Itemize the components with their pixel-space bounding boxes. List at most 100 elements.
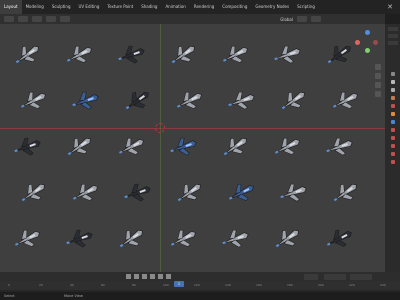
current-frame-field[interactable] [304,273,318,280]
spaceship-model[interactable] [164,37,201,72]
spaceship-model[interactable] [269,130,306,163]
spaceship-model[interactable] [60,129,97,164]
spaceship-model[interactable] [9,222,46,255]
pan-icon[interactable] [375,73,381,79]
ruler-tick-label: 200 [318,283,324,287]
workspace-tab[interactable]: Sculpting [48,0,75,14]
ruler-tick-label: 100 [163,283,169,287]
physics-properties-icon[interactable] [390,136,395,140]
spaceship-model[interactable] [112,221,149,256]
view-menu-button[interactable] [18,16,28,22]
spaceship-model[interactable] [118,83,155,118]
workspace-tab[interactable]: Scripting [293,0,319,14]
play-reverse-icon[interactable] [142,274,147,279]
spaceship-model[interactable] [170,175,207,210]
timeline-controls [0,272,400,281]
x-axis-dot[interactable] [355,40,360,45]
navigation-gizmo[interactable] [355,30,379,60]
ruler-tick-label: 60 [101,283,105,287]
spaceship-model[interactable] [274,83,311,118]
status-right-text: Move View [64,294,83,298]
close-icon[interactable]: ✕ [386,3,394,11]
spaceship-model[interactable] [15,84,52,117]
workspace-tab[interactable]: Geometry Nodes [251,0,293,14]
spaceship-model[interactable] [321,132,357,163]
spaceship-model[interactable] [321,222,358,255]
spaceship-model[interactable] [165,222,202,255]
transform-orientation-label[interactable]: Global [280,17,293,22]
play-icon[interactable] [150,274,155,279]
y-axis-dot[interactable] [365,48,370,53]
spaceship-model[interactable] [320,37,357,72]
ruler-tick-label: 0 [8,283,10,287]
workspace-tab[interactable]: Animation [161,0,189,14]
spaceship-model[interactable] [217,224,253,255]
object-properties-icon[interactable] [390,112,395,116]
spaceship-model[interactable] [61,38,98,71]
spaceship-model[interactable] [223,86,259,117]
neg-axis-dot[interactable] [373,40,378,45]
spaceship-model[interactable] [67,176,104,209]
spaceship-model[interactable] [217,38,254,71]
spaceship-model[interactable] [326,175,363,210]
tool-properties-icon[interactable] [390,72,395,76]
start-frame-field[interactable] [324,273,346,280]
workspace-tab[interactable]: Rendering [190,0,218,14]
material-properties-icon[interactable] [390,160,395,164]
spaceship-model[interactable] [223,176,260,209]
spaceship-model[interactable] [275,178,311,209]
data-properties-icon[interactable] [390,152,395,156]
select-menu-button[interactable] [32,16,42,22]
workspace-tab[interactable]: Texture Paint [103,0,137,14]
spaceship-model[interactable] [8,37,45,72]
jump-end-icon[interactable] [166,274,171,279]
perspective-toggle-icon[interactable] [375,91,381,97]
particle-properties-icon[interactable] [390,128,395,132]
output-properties-icon[interactable] [390,88,395,92]
jump-start-icon[interactable] [126,274,131,279]
spaceship-model[interactable] [216,129,253,164]
outliner-row[interactable] [387,34,398,38]
3d-viewport[interactable] [0,24,385,272]
workspace-tab[interactable]: UV Editing [75,0,104,14]
end-frame-field[interactable] [350,273,372,280]
spaceship-model[interactable] [113,130,150,163]
next-key-icon[interactable] [158,274,163,279]
spaceship-model[interactable] [171,84,208,117]
camera-view-icon[interactable] [375,82,381,88]
outliner-row[interactable] [387,27,398,31]
world-properties-icon[interactable] [390,104,395,108]
spaceship-model[interactable] [113,40,149,71]
spaceship-model[interactable] [165,132,201,163]
outliner-row[interactable] [387,41,398,45]
add-menu-button[interactable] [46,16,56,22]
render-properties-icon[interactable] [390,80,395,84]
spaceship-model[interactable] [9,132,45,163]
scene-properties-icon[interactable] [390,96,395,100]
workspace-tab[interactable]: Layout [0,0,22,14]
spaceship-model[interactable] [14,175,51,210]
workspace-tab[interactable]: Shading [137,0,161,14]
spaceship-model[interactable] [67,86,103,117]
3d-cursor-icon[interactable] [155,123,165,133]
viewport-nav-tools [375,64,381,97]
proportional-edit-button[interactable] [311,16,321,22]
constraint-properties-icon[interactable] [390,144,395,148]
prev-key-icon[interactable] [134,274,139,279]
workspace-tab[interactable]: Modeling [22,0,48,14]
spaceship-model[interactable] [61,224,97,255]
modifier-properties-icon[interactable] [390,120,395,124]
ruler-tick-label: 220 [349,283,355,287]
z-axis-dot[interactable] [365,30,370,35]
zoom-icon[interactable] [375,64,381,70]
spaceship-model[interactable] [268,221,305,256]
timeline-ruler[interactable]: 0 20 40 60 80 100 120 140 160 180 200 220 240 [0,281,400,290]
snap-button[interactable] [297,16,307,22]
workspace-tab[interactable]: Compositing [218,0,251,14]
spaceship-model[interactable] [327,84,364,117]
editor-type-button[interactable] [4,16,14,22]
current-frame-indicator[interactable]: 1 [174,281,184,287]
object-menu-button[interactable] [60,16,70,22]
spaceship-model[interactable] [269,40,305,71]
spaceship-model[interactable] [119,178,155,209]
